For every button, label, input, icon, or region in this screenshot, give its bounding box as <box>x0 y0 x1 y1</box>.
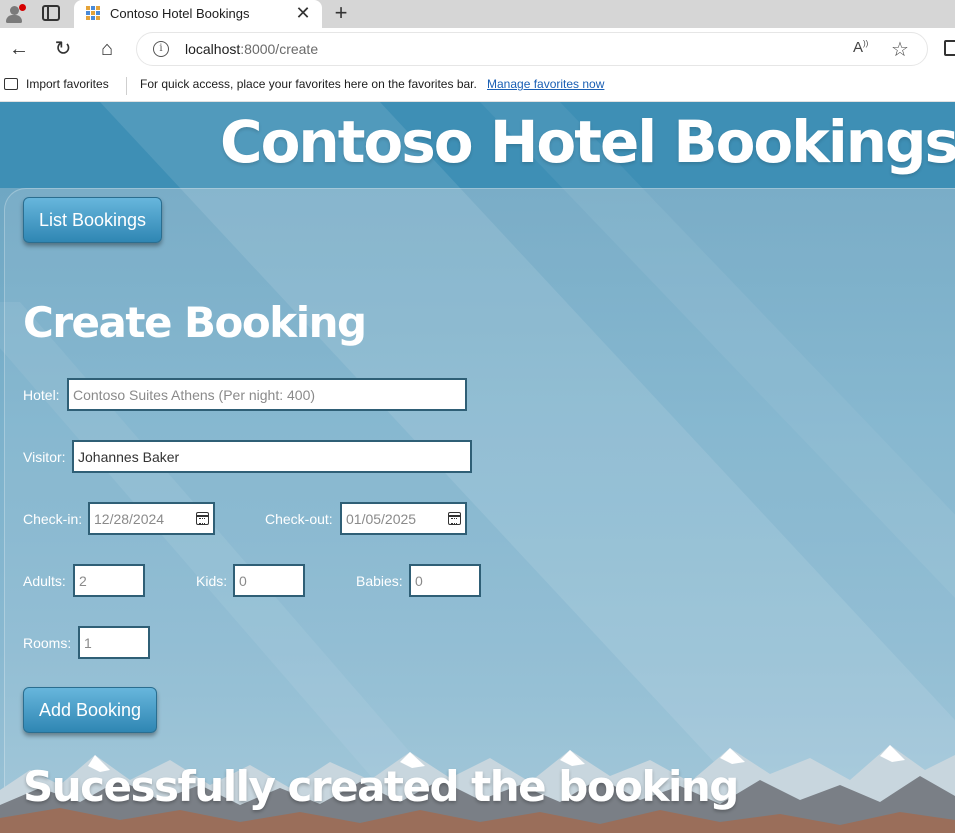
checkout-date-field[interactable]: 01/05/2025 <box>340 502 467 535</box>
calendar-icon[interactable] <box>448 512 461 525</box>
back-icon[interactable]: ← <box>6 36 32 62</box>
kids-field[interactable]: 0 <box>233 564 305 597</box>
babies-field[interactable]: 0 <box>409 564 481 597</box>
page-title: Contoso Hotel Bookings <box>220 108 955 176</box>
refresh-icon[interactable]: ↻ <box>50 36 76 62</box>
visitor-label: Visitor: <box>23 449 66 465</box>
tab-title: Contoso Hotel Bookings <box>110 6 250 21</box>
kids-label: Kids: <box>196 573 228 589</box>
checkout-date-value: 01/05/2025 <box>346 511 417 527</box>
url-host: localhost <box>185 41 241 57</box>
plus-icon[interactable]: + <box>330 2 352 24</box>
favorites-divider <box>126 77 127 95</box>
checkout-label: Check-out: <box>265 511 333 527</box>
info-icon[interactable]: i <box>153 41 169 57</box>
navigation-bar: ← ↻ ⌂ i localhost:8000/create A)) ☆ <box>0 28 955 70</box>
url-path: :8000/create <box>240 41 319 57</box>
tab-actions-icon[interactable] <box>42 5 60 21</box>
visitor-field[interactable]: Johannes Baker <box>72 440 472 473</box>
manage-favorites-link[interactable]: Manage favorites now <box>487 77 604 91</box>
rooms-field[interactable]: 1 <box>78 626 150 659</box>
favorites-message: For quick access, place your favorites h… <box>140 77 477 91</box>
form-heading: Create Booking <box>23 298 367 347</box>
babies-label: Babies: <box>356 573 403 589</box>
success-message: Sucessfully created the booking <box>23 762 739 811</box>
add-booking-button[interactable]: Add Booking <box>23 687 157 733</box>
home-icon[interactable]: ⌂ <box>94 36 120 62</box>
url-text[interactable]: localhost:8000/create <box>185 41 318 57</box>
browser-tab[interactable]: Contoso Hotel Bookings ✕ <box>74 0 322 28</box>
read-aloud-icon[interactable]: A)) <box>853 39 868 56</box>
favorite-star-icon[interactable]: ☆ <box>891 37 909 62</box>
hotel-favicon <box>86 6 100 20</box>
hotel-field[interactable]: Contoso Suites Athens (Per night: 400) <box>67 378 467 411</box>
tab-strip: Contoso Hotel Bookings ✕ + <box>0 0 955 28</box>
close-icon[interactable]: ✕ <box>294 4 312 22</box>
address-bar[interactable]: i localhost:8000/create A)) ☆ <box>136 32 928 66</box>
checkin-date-value: 12/28/2024 <box>94 511 165 527</box>
calendar-icon[interactable] <box>196 512 209 525</box>
adults-field[interactable]: 2 <box>73 564 145 597</box>
import-favorites-icon[interactable] <box>4 78 18 90</box>
hotel-label: Hotel: <box>23 387 60 403</box>
rooms-label: Rooms: <box>23 635 72 651</box>
import-favorites-button[interactable]: Import favorites <box>26 77 109 91</box>
adults-label: Adults: <box>23 573 66 589</box>
list-bookings-button[interactable]: List Bookings <box>23 197 162 243</box>
profile-icon[interactable] <box>4 4 26 24</box>
sidebar-icon[interactable] <box>944 40 955 56</box>
checkin-date-field[interactable]: 12/28/2024 <box>88 502 215 535</box>
checkin-label: Check-in: <box>23 511 83 527</box>
page-viewport: Contoso Hotel Bookings List Bookings Cre… <box>0 102 955 833</box>
favorites-bar: Import favorites For quick access, place… <box>0 70 955 102</box>
